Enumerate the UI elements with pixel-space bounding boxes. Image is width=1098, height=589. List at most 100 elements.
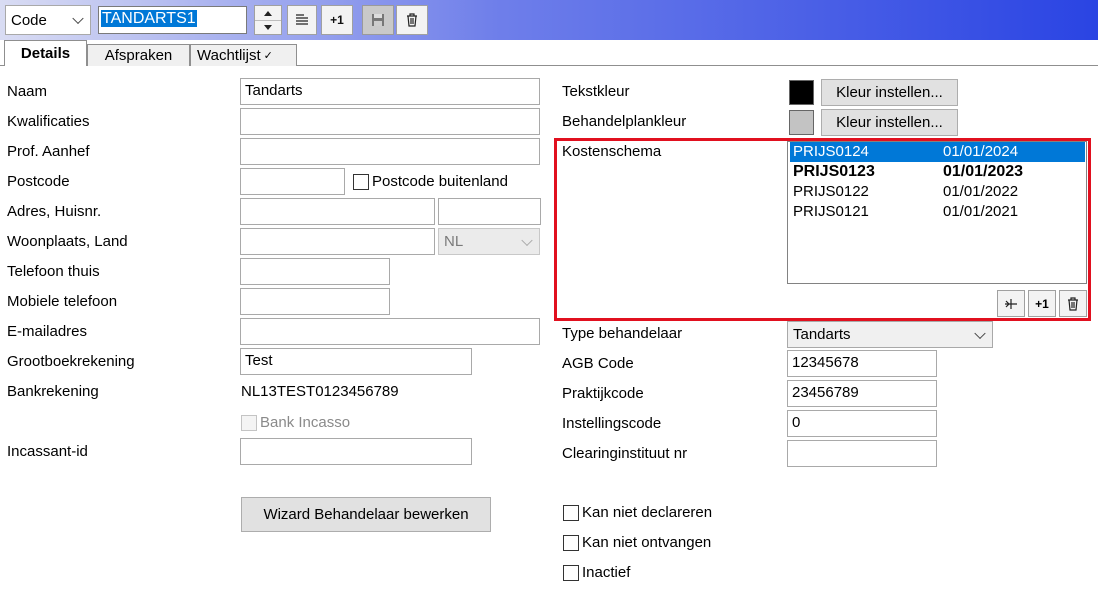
align-lines-icon: [296, 14, 308, 25]
code-spinner[interactable]: [254, 5, 282, 35]
naam-input[interactable]: Tandarts: [240, 78, 540, 105]
bank-value: NL13TEST0123456789: [241, 383, 399, 400]
trash-icon: [1068, 296, 1078, 311]
list-item-code: PRIJS0122: [793, 183, 869, 200]
field-select-value: Code: [11, 11, 47, 29]
mobiel-input[interactable]: [240, 288, 390, 315]
delete-button[interactable]: [396, 5, 428, 35]
spin-down-button[interactable]: [255, 20, 281, 34]
instelling-label: Instellingscode: [562, 415, 662, 432]
tab-afspraken[interactable]: Afspraken: [87, 44, 190, 66]
telefoon-label: Telefoon thuis: [7, 263, 100, 280]
delete-schema-button[interactable]: [1059, 290, 1087, 317]
list-item-date: 01/01/2022: [943, 183, 1019, 200]
country-select[interactable]: NL: [438, 228, 540, 255]
telefoon-input[interactable]: [240, 258, 390, 285]
align-button[interactable]: [287, 5, 317, 35]
agb-input[interactable]: 12345678: [787, 350, 937, 377]
save-button[interactable]: [362, 5, 394, 35]
wizard-button-label: Wizard Behandelaar bewerken: [263, 506, 469, 523]
clearing-input[interactable]: [787, 440, 937, 467]
inactief-label: Inactief: [582, 564, 631, 581]
tekstkleur-button-label: Kleur instellen...: [836, 84, 943, 101]
aanhef-label: Prof. Aanhef: [7, 143, 90, 160]
add-schema-label: +1: [1035, 296, 1049, 311]
type-label: Type behandelaar: [562, 325, 683, 342]
arrow-down-icon: [264, 25, 272, 30]
tab-wachtlijst[interactable]: Wachtlijst ✓: [190, 44, 297, 66]
plankleur-button[interactable]: Kleur instellen...: [821, 109, 958, 136]
naam-label: Naam: [7, 83, 48, 100]
list-item[interactable]: PRIJS0121 01/01/2021: [790, 202, 1085, 222]
instelling-input[interactable]: 0: [787, 410, 937, 437]
city-input[interactable]: [240, 228, 435, 255]
incassant-input[interactable]: [240, 438, 472, 465]
tab-afspraken-label: Afspraken: [104, 47, 173, 64]
praktijk-input[interactable]: 23456789: [787, 380, 937, 407]
email-label: E-mailadres: [7, 323, 88, 340]
add-schema-button[interactable]: +1: [1028, 290, 1056, 317]
edit-schema-button[interactable]: [997, 290, 1025, 317]
list-item[interactable]: PRIJS0124 01/01/2024: [790, 142, 1085, 162]
woonplaats-label: Woonplaats, Land: [7, 233, 128, 250]
postcode-label: Postcode: [7, 173, 70, 190]
kwalificaties-label: Kwalificaties: [7, 113, 90, 130]
tab-details[interactable]: Details: [4, 40, 87, 66]
code-input-value: TANDARTS1: [101, 10, 197, 27]
chevron-down-icon: [72, 12, 84, 25]
grootboek-label: Grootboekrekening: [7, 353, 135, 370]
tekstkleur-swatch: [789, 80, 814, 105]
inactief-checkbox[interactable]: [563, 565, 579, 581]
clearing-label: Clearinginstituut nr: [562, 445, 688, 462]
mobiel-label: Mobiele telefoon: [7, 293, 118, 310]
type-select[interactable]: Tandarts: [787, 321, 993, 348]
niet-ontvangen-label: Kan niet ontvangen: [582, 534, 712, 551]
new-record-button[interactable]: +1: [321, 5, 353, 35]
kwalificaties-input[interactable]: [240, 108, 540, 135]
kostenschema-label: Kostenschema: [562, 143, 662, 160]
bank-incasso-label: Bank Incasso: [260, 414, 351, 431]
list-item-date: 01/01/2023: [943, 163, 1024, 180]
list-item-date: 01/01/2021: [943, 203, 1019, 220]
kostenschema-list[interactable]: PRIJS0124 01/01/2024 PRIJS0123 01/01/202…: [787, 141, 1087, 284]
postcode-input[interactable]: [240, 168, 345, 195]
tekstkleur-button[interactable]: Kleur instellen...: [821, 79, 958, 106]
list-item-code: PRIJS0123: [793, 163, 875, 180]
chevron-down-icon: [521, 234, 533, 246]
niet-declareren-checkbox[interactable]: [563, 505, 579, 521]
adres-label: Adres, Huisnr.: [7, 203, 102, 220]
country-select-value: NL: [444, 233, 464, 250]
edit-list-icon: [1005, 298, 1017, 309]
postcode-buitenland-checkbox[interactable]: [353, 174, 369, 190]
bank-incasso-checkbox[interactable]: [241, 415, 257, 431]
list-item-date: 01/01/2024: [943, 143, 1019, 160]
wizard-button[interactable]: Wizard Behandelaar bewerken: [241, 497, 491, 532]
postcode-buitenland-label: Postcode buitenland: [372, 173, 508, 190]
aanhef-input[interactable]: [240, 138, 540, 165]
list-item[interactable]: PRIJS0122 01/01/2022: [790, 182, 1085, 202]
spin-up-button[interactable]: [255, 6, 281, 20]
tab-indicator-icon: ✓: [263, 50, 273, 62]
tab-details-label: Details: [20, 45, 71, 62]
list-item[interactable]: PRIJS0123 01/01/2023: [790, 162, 1085, 182]
arrow-up-icon: [264, 10, 272, 16]
email-input[interactable]: [240, 318, 540, 345]
list-item-code: PRIJS0124: [793, 143, 869, 160]
incassant-label: Incassant-id: [7, 443, 88, 460]
trash-icon: [407, 13, 417, 27]
field-select[interactable]: Code: [5, 5, 91, 35]
code-input[interactable]: TANDARTS1: [98, 6, 247, 34]
house-number-input[interactable]: [438, 198, 541, 225]
grootboek-input[interactable]: Test: [240, 348, 472, 375]
plankleur-swatch: [789, 110, 814, 135]
niet-ontvangen-checkbox[interactable]: [563, 535, 579, 551]
chevron-down-icon: [974, 327, 986, 339]
bank-label: Bankrekening: [7, 383, 99, 400]
street-input[interactable]: [240, 198, 435, 225]
plus-one-label: +1: [330, 13, 344, 27]
plankleur-button-label: Kleur instellen...: [836, 114, 943, 131]
type-select-value: Tandarts: [793, 326, 851, 343]
save-icon: [372, 14, 384, 26]
plankleur-label: Behandelplankleur: [562, 113, 687, 130]
tab-wachtlijst-label: Wachtlijst: [197, 47, 261, 64]
